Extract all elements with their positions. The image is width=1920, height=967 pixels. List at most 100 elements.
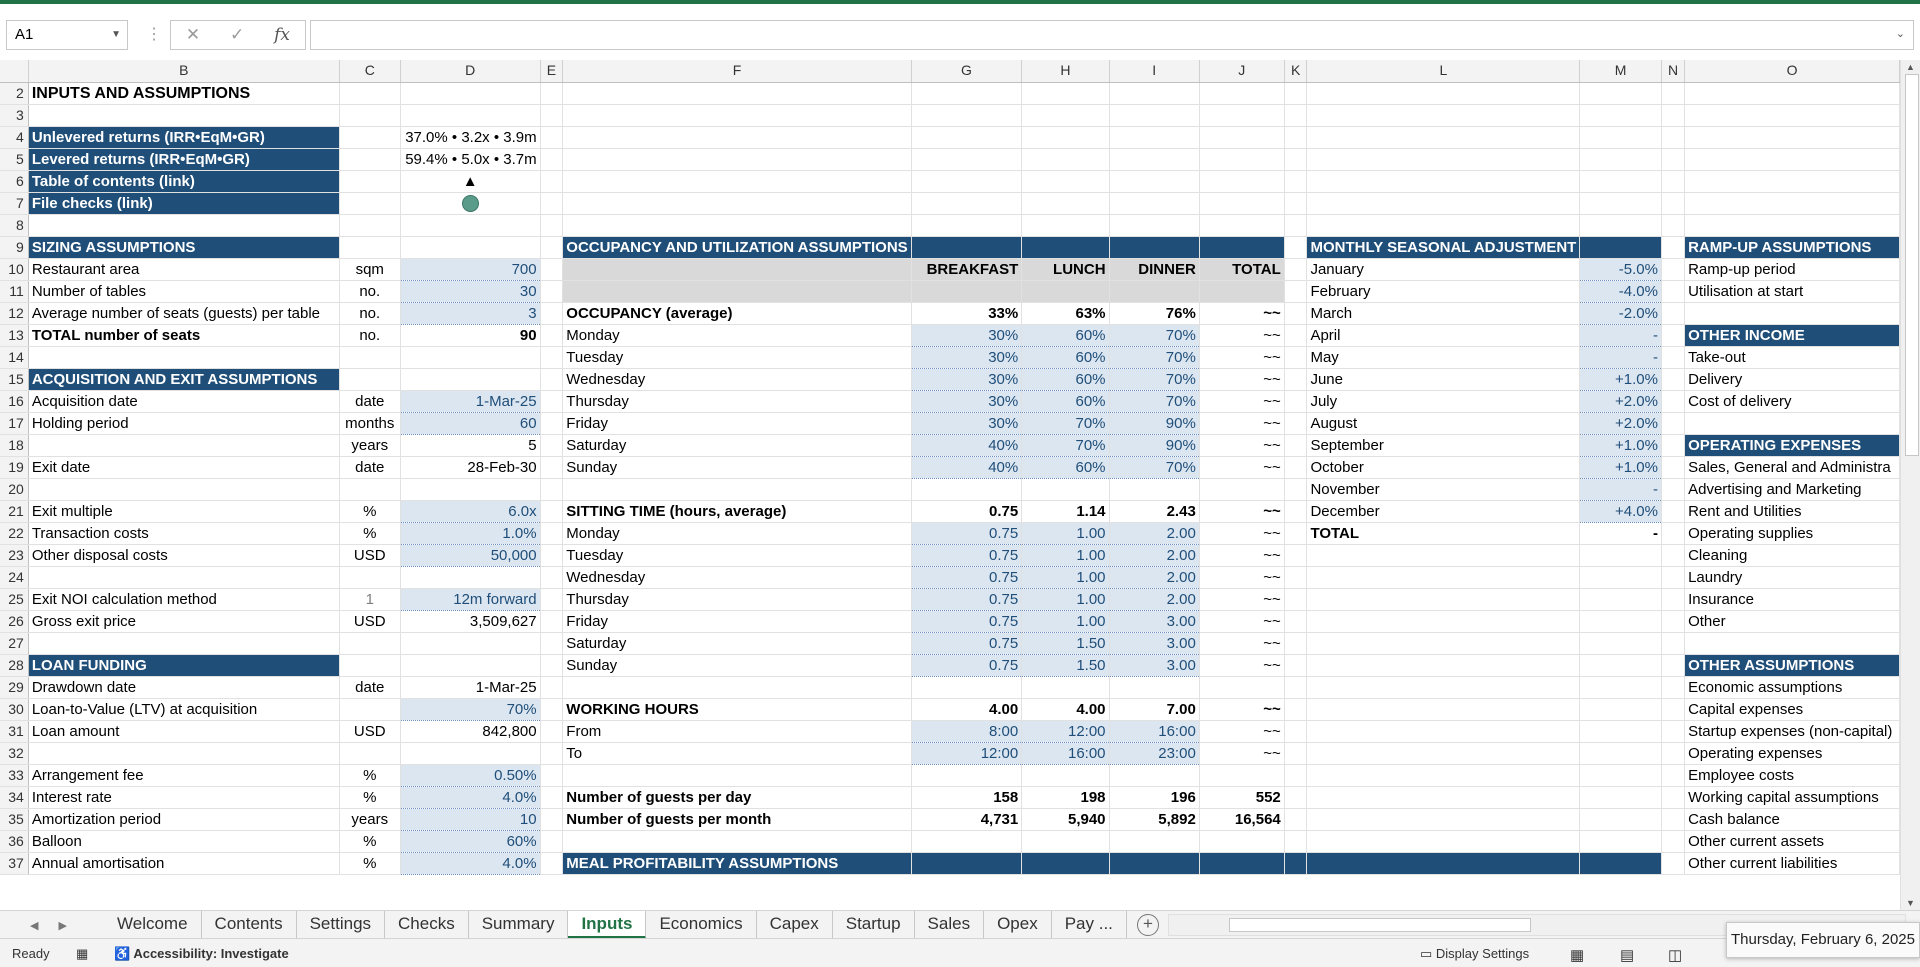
cell-m35[interactable]	[1579, 808, 1662, 831]
cancel-icon[interactable]: ✕	[186, 25, 200, 45]
cell-f9[interactable]: OCCUPANCY AND UTILIZATION ASSUMPTIONS	[562, 236, 912, 259]
cell-c17[interactable]: months	[339, 412, 401, 435]
cell-b18[interactable]	[28, 434, 340, 457]
cell-j3[interactable]	[1199, 104, 1285, 127]
cell-m16[interactable]: +2.0%	[1579, 390, 1662, 413]
cell-c29[interactable]: date	[339, 676, 401, 699]
cell-f8[interactable]	[562, 214, 912, 237]
cell-h12[interactable]: 63%	[1021, 302, 1110, 325]
cell-e24[interactable]	[540, 566, 564, 589]
cell-g22[interactable]: 0.75	[911, 522, 1023, 545]
cell-m37[interactable]	[1579, 852, 1662, 875]
cell-k28[interactable]	[1284, 654, 1308, 677]
cell-f17[interactable]: Friday	[562, 412, 912, 435]
cell-l18[interactable]: September	[1306, 434, 1581, 457]
cell-e25[interactable]	[540, 588, 564, 611]
cell-g6[interactable]	[911, 170, 1023, 193]
cell-f20[interactable]	[562, 478, 912, 501]
cell-o13[interactable]: OTHER INCOME	[1684, 324, 1900, 347]
cell-i33[interactable]	[1109, 764, 1200, 787]
cell-l28[interactable]	[1306, 654, 1581, 677]
cell-f22[interactable]: Monday	[562, 522, 912, 545]
cell-g5[interactable]	[911, 148, 1023, 171]
cell-h13[interactable]: 60%	[1021, 324, 1110, 347]
cell-f13[interactable]: Monday	[562, 324, 912, 347]
cell-j4[interactable]	[1199, 126, 1285, 149]
cell-k6[interactable]	[1284, 170, 1308, 193]
cell-n24[interactable]	[1661, 566, 1686, 589]
row-header[interactable]: 27	[0, 632, 29, 655]
cell-h16[interactable]: 60%	[1021, 390, 1110, 413]
cell-j34[interactable]: 552	[1199, 786, 1285, 809]
cell-n11[interactable]	[1661, 280, 1686, 303]
cell-j21[interactable]: ~~	[1199, 500, 1285, 523]
cell-o3[interactable]	[1684, 104, 1900, 127]
cell-b5[interactable]: Levered returns (IRR•EqM•GR)	[28, 148, 340, 171]
sheet-tab[interactable]: Capex	[757, 911, 833, 939]
cell-m10[interactable]: -5.0%	[1579, 258, 1662, 281]
cell-k30[interactable]	[1284, 698, 1308, 721]
cell-b34[interactable]: Interest rate	[28, 786, 340, 809]
cell-o2[interactable]	[1684, 82, 1900, 105]
cell-l9[interactable]: MONTHLY SEASONAL ADJUSTMENT	[1306, 236, 1581, 259]
cell-e22[interactable]	[540, 522, 564, 545]
cell-h4[interactable]	[1021, 126, 1110, 149]
cell-j29[interactable]	[1199, 676, 1285, 699]
column-header[interactable]: D	[400, 60, 541, 83]
cell-l32[interactable]	[1306, 742, 1581, 765]
cell-f2[interactable]	[562, 82, 912, 105]
chevron-down-icon[interactable]: ▼	[111, 21, 121, 49]
cell-f19[interactable]: Sunday	[562, 456, 912, 479]
cell-i9[interactable]	[1109, 236, 1200, 259]
row-header[interactable]: 30	[0, 698, 29, 721]
cell-m25[interactable]	[1579, 588, 1662, 611]
cell-m21[interactable]: +4.0%	[1579, 500, 1662, 523]
cell-c13[interactable]: no.	[339, 324, 401, 347]
cell-j27[interactable]: ~~	[1199, 632, 1285, 655]
cell-n21[interactable]	[1661, 500, 1686, 523]
cell-h27[interactable]: 1.50	[1021, 632, 1110, 655]
cell-o27[interactable]	[1684, 632, 1900, 655]
cell-j36[interactable]	[1199, 830, 1285, 853]
cell-i10[interactable]: DINNER	[1109, 258, 1200, 281]
cell-i19[interactable]: 70%	[1109, 456, 1200, 479]
cell-c3[interactable]	[339, 104, 401, 127]
cell-l23[interactable]	[1306, 544, 1581, 567]
row-header[interactable]: 8	[0, 214, 29, 237]
cell-c19[interactable]: date	[339, 456, 401, 479]
cell-c7[interactable]	[339, 192, 401, 215]
cell-e27[interactable]	[540, 632, 564, 655]
cell-e36[interactable]	[540, 830, 564, 853]
cell-e5[interactable]	[540, 148, 564, 171]
cell-g12[interactable]: 33%	[911, 302, 1023, 325]
cell-l4[interactable]	[1306, 126, 1581, 149]
cell-h22[interactable]: 1.00	[1021, 522, 1110, 545]
cell-c25[interactable]: 1	[339, 588, 401, 611]
cell-f36[interactable]	[562, 830, 912, 853]
cell-d31[interactable]: 842,800	[400, 720, 541, 743]
cell-d9[interactable]	[400, 236, 541, 259]
column-header[interactable]: M	[1579, 60, 1662, 83]
cell-h34[interactable]: 198	[1021, 786, 1110, 809]
cell-i20[interactable]	[1109, 478, 1200, 501]
cell-d26[interactable]: 3,509,627	[400, 610, 541, 633]
cell-n16[interactable]	[1661, 390, 1686, 413]
cell-g19[interactable]: 40%	[911, 456, 1023, 479]
cell-l7[interactable]	[1306, 192, 1581, 215]
cell-e9[interactable]	[540, 236, 564, 259]
cell-j14[interactable]: ~~	[1199, 346, 1285, 369]
cell-o35[interactable]: Cash balance	[1684, 808, 1900, 831]
cell-k13[interactable]	[1284, 324, 1308, 347]
row-header[interactable]: 19	[0, 456, 29, 479]
cell-l27[interactable]	[1306, 632, 1581, 655]
cell-b36[interactable]: Balloon	[28, 830, 340, 853]
cell-d19[interactable]: 28-Feb-30	[400, 456, 541, 479]
cell-b12[interactable]: Average number of seats (guests) per tab…	[28, 302, 340, 325]
cell-c2[interactable]	[339, 82, 401, 105]
cell-n32[interactable]	[1661, 742, 1686, 765]
row-header[interactable]: 15	[0, 368, 29, 391]
cell-l26[interactable]	[1306, 610, 1581, 633]
cell-g18[interactable]: 40%	[911, 434, 1023, 457]
cell-m2[interactable]	[1579, 82, 1662, 105]
column-header[interactable]: L	[1306, 60, 1581, 83]
